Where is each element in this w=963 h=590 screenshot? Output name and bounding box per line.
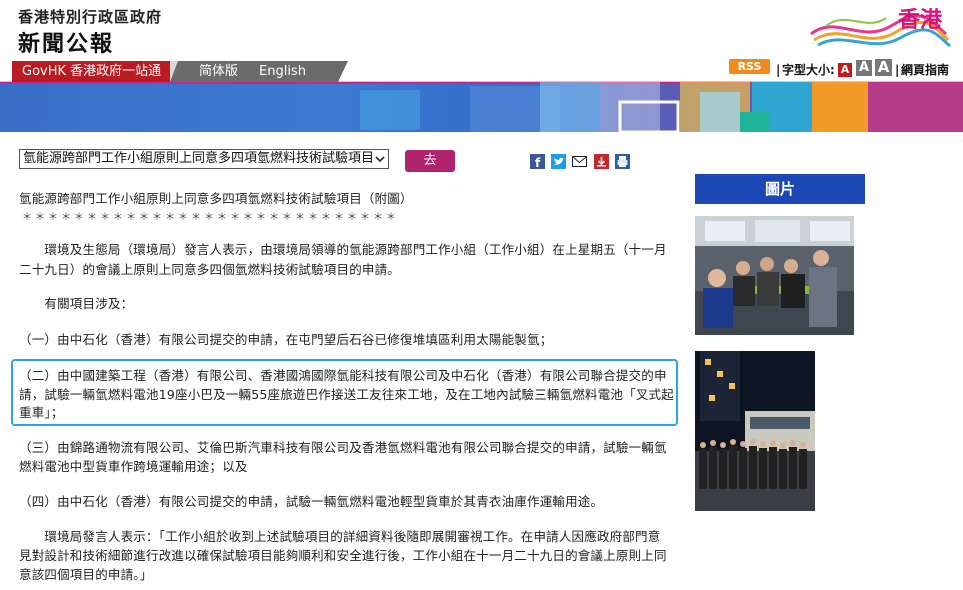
font-size-large-button[interactable]: A	[875, 59, 892, 76]
item-2-line-1: （二）由中國建築工程（香港）有限公司、香港國鴻國際氫能科技有限公司及中石化（香港…	[19, 368, 667, 383]
go-button[interactable]: 去	[405, 150, 455, 172]
font-size-label: 字型大小:	[782, 63, 835, 77]
news-select-dropdown[interactable]: 氫能源跨部門工作小組原則上同意多四項氫燃料技術試驗項目	[19, 149, 389, 169]
item-1: （一）由中石化（香港）有限公司提交的申請，在屯門望后石谷已修復堆填區利用太陽能製…	[19, 332, 553, 347]
item-3-line-1: （三）由錦路通物流有限公司、艾倫巴斯汽車科技有限公司及香港氫燃料電池有限公司聯合…	[19, 440, 667, 455]
twitter-icon[interactable]	[551, 154, 566, 169]
pictures-heading: 圖片	[695, 174, 865, 204]
photo-thumbnail-bus-interior[interactable]	[695, 216, 854, 335]
item-2-line-3: 重車」；	[19, 405, 64, 420]
svg-text:f: f	[535, 156, 541, 169]
paragraph-1-line-1: 環境及生態局（環境局）發言人表示，由環境局領導的氫能源跨部門工作小組（工作小組）…	[19, 242, 667, 257]
item-4: （四）由中石化（香港）有限公司提交的申請，試驗一輛氫燃料電池輕型貨車於其青衣油庫…	[19, 494, 604, 509]
rss-button[interactable]: RSS	[729, 59, 770, 74]
selected-news-title: 氫能源跨部門工作小組原則上同意多四項氫燃料技術試驗項目	[23, 151, 375, 166]
paragraph-3-line-2: 見對設計和技術細節進行改進以確保試驗項目能夠順利和安全進行後，工作小組在十一月二…	[19, 548, 667, 563]
chevron-down-icon	[374, 153, 386, 165]
site-name[interactable]: 新聞公報	[18, 26, 114, 58]
separator: |	[895, 63, 900, 77]
item-2-line-2: 請，試驗一輛氫燃料電池19座小巴及一輛55座旅遊巴作接送工友往來工地，及在工地內…	[19, 387, 674, 402]
print-icon[interactable]	[615, 154, 630, 169]
photo-thumbnail-group-tram[interactable]	[695, 351, 815, 511]
paragraph-3-line-3: 意該四個項目的申請。」	[19, 567, 153, 582]
article-title: 氫能源跨部門工作小組原則上同意多四項氫燃料技術試驗項目（附圖）	[19, 191, 413, 206]
paragraph-3-line-1: 環境局發言人表示：「工作小組於收到上述試驗項目的詳細資料後隨即展開審視工作。在申…	[19, 529, 661, 544]
simplified-chinese-link[interactable]: 简体版	[199, 61, 238, 82]
govhk-link[interactable]: GovHK 香港政府一站通	[12, 61, 170, 82]
item-3-line-2: 燃料電池中型貨車作跨境運輸用途；以及	[19, 459, 248, 474]
font-size-small-button[interactable]: A	[838, 63, 852, 77]
sitemap-link[interactable]: 網頁指南	[901, 59, 949, 81]
paragraph-1-line-2: 二十九日）的會議上原則上同意多四個氫燃料技術試驗項目的申請。	[19, 262, 401, 277]
header-banner	[0, 82, 963, 132]
email-icon[interactable]	[572, 154, 587, 169]
facebook-icon[interactable]: f	[530, 154, 545, 169]
brand-text: 香港	[898, 8, 943, 33]
gov-name: 香港特別行政區政府	[18, 8, 163, 26]
font-size-medium-button[interactable]: A	[856, 60, 872, 76]
title-separator-stars: ＊＊＊＊＊＊＊＊＊＊＊＊＊＊＊＊＊＊＊＊＊＊＊＊＊＊＊＊＊	[22, 212, 399, 223]
paragraph-2: 有關項目涉及：	[19, 296, 134, 311]
separator: |	[776, 63, 781, 77]
english-link[interactable]: English	[259, 61, 306, 82]
save-icon[interactable]	[594, 154, 609, 169]
